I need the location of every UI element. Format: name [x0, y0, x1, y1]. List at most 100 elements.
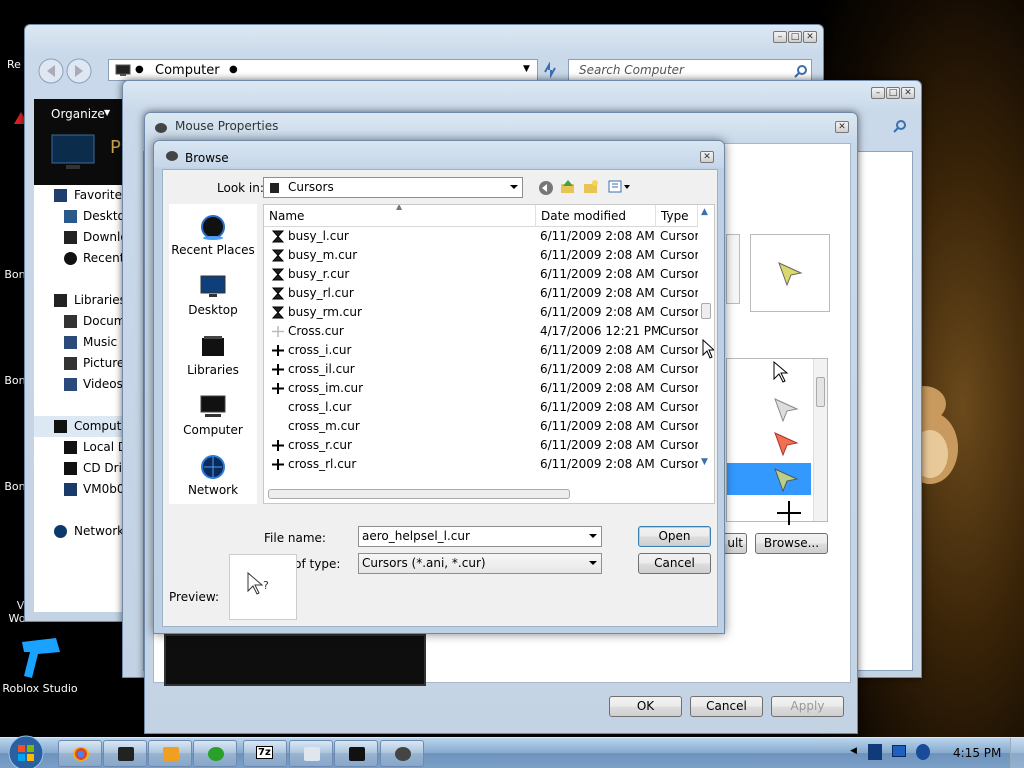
scroll-up-icon[interactable]: ▲ [701, 207, 708, 217]
show-desktop-button[interactable] [1010, 738, 1024, 768]
nav-libraries[interactable]: Libraries [34, 290, 124, 311]
close-button[interactable]: ✕ [803, 31, 817, 43]
use-default-button[interactable]: ult [722, 533, 747, 554]
minimize-button[interactable]: – [773, 31, 787, 43]
chevron-down-icon[interactable]: ▼ [523, 64, 530, 74]
place-recent-places[interactable]: Recent Places [169, 214, 257, 257]
nav-recent-places[interactable]: Recent Places [34, 248, 124, 269]
new-folder-icon[interactable] [583, 179, 599, 195]
file-list-hscrollbar[interactable] [264, 485, 698, 503]
taskbar-terminal[interactable] [103, 740, 147, 767]
nav-desktop[interactable]: Desktop [34, 206, 124, 227]
minimize-button[interactable]: – [871, 87, 885, 99]
cursor-list[interactable] [726, 358, 828, 525]
file-row[interactable]: busy_l.cur 6/11/2009 2:08 AM Cursor [264, 227, 699, 246]
place-computer[interactable]: Computer [169, 394, 257, 437]
taskbar-explorer[interactable] [289, 740, 333, 767]
taskbar-media-player[interactable] [148, 740, 192, 767]
column-header-date-modified[interactable]: Date modified [536, 205, 656, 227]
clock[interactable]: 4:15 PM [953, 746, 1001, 760]
taskbar-7zip[interactable]: 7z [243, 740, 287, 767]
nav-documents[interactable]: Documents [34, 311, 124, 332]
preview-box: ? [229, 554, 297, 620]
tray-network-icon[interactable] [892, 745, 906, 757]
nav-computer[interactable]: Computer [34, 416, 124, 437]
ok-button[interactable]: OK [609, 696, 682, 717]
search-icon[interactable] [794, 64, 808, 78]
maximize-button[interactable]: □ [788, 31, 802, 43]
start-button[interactable] [6, 734, 46, 768]
taskbar-chrome[interactable] [58, 740, 102, 767]
cursor-list-scrollbar[interactable] [813, 359, 827, 521]
nav-music[interactable]: Music [34, 332, 124, 353]
cancel-button[interactable]: Cancel [690, 696, 763, 717]
file-row[interactable]: busy_m.cur 6/11/2009 2:08 AM Cursor [264, 246, 699, 265]
nav-pictures[interactable]: Pictures [34, 353, 124, 374]
chevron-down-icon[interactable] [589, 534, 597, 538]
address-bar[interactable]: ● Computer ● ▼ [108, 59, 538, 81]
search-icon[interactable] [893, 119, 907, 133]
file-row[interactable]: cross_rl.cur 6/11/2009 2:08 AM Cursor [264, 455, 699, 474]
file-row[interactable]: cross_il.cur 6/11/2009 2:08 AM Cursor [264, 360, 699, 379]
open-button[interactable]: Open [638, 526, 711, 547]
selected-cursor-row[interactable] [727, 463, 811, 495]
organize-button[interactable]: Organize [51, 107, 105, 121]
scrollbar-thumb[interactable] [268, 489, 570, 499]
file-type: Cursor [660, 343, 700, 357]
file-row[interactable]: cross_im.cur 6/11/2009 2:08 AM Cursor [264, 379, 699, 398]
file-name-input[interactable]: aero_helpsel_l.cur [358, 526, 602, 547]
browse-cancel-button[interactable]: Cancel [638, 553, 711, 574]
browse-button[interactable]: Browse... [755, 533, 828, 554]
nav-vm-share[interactable]: VM0b0 [34, 479, 124, 500]
place-desktop[interactable]: Desktop [169, 274, 257, 317]
file-row[interactable]: cross_i.cur 6/11/2009 2:08 AM Cursor [264, 341, 700, 360]
apply-button[interactable]: Apply [771, 696, 844, 717]
taskbar-mouse-properties[interactable] [380, 740, 424, 767]
tray-volume-icon[interactable] [916, 744, 930, 760]
tray-app-icon[interactable] [868, 744, 882, 760]
desktop-icon-recycle[interactable]: Re [2, 58, 26, 71]
nav-local-disk[interactable]: Local Disk [34, 437, 124, 458]
close-button[interactable]: ✕ [835, 121, 849, 133]
nav-favorites[interactable]: Favorites [34, 185, 124, 206]
browse-dialog[interactable]: Browse ✕ Look in: Cursors Recent Places … [153, 140, 725, 634]
media-player-icon [163, 747, 179, 761]
refresh-icon[interactable] [542, 62, 558, 78]
view-menu-icon[interactable] [608, 180, 632, 194]
file-row[interactable]: Cross.cur 4/17/2006 12:21 PM Cursor [264, 322, 699, 341]
crosshair-cursor-icon [272, 383, 284, 394]
maximize-button[interactable]: □ [886, 87, 900, 99]
file-row[interactable]: busy_r.cur 6/11/2009 2:08 AM Cursor [264, 265, 699, 284]
nav-downloads[interactable]: Downloads [34, 227, 124, 248]
chrome-icon [73, 747, 89, 761]
file-row[interactable]: cross_l.cur 6/11/2009 2:08 AM Cursor [264, 398, 699, 417]
up-folder-icon[interactable] [560, 179, 576, 195]
place-network[interactable]: Network [169, 454, 257, 497]
nav-videos[interactable]: Videos [34, 374, 124, 395]
taskbar-network-app[interactable] [193, 740, 237, 767]
scrollbar-thumb[interactable] [816, 377, 825, 407]
scroll-down-icon[interactable]: ▼ [701, 457, 708, 467]
close-button[interactable]: ✕ [901, 87, 915, 99]
look-in-combo[interactable]: Cursors [263, 177, 523, 198]
file-type-select[interactable]: Cursors (*.ani, *.cur) [358, 553, 602, 574]
scrollbar-thumb[interactable] [701, 303, 711, 319]
desktop-icon-roblox-studio[interactable]: Roblox Studio [0, 638, 80, 695]
close-button[interactable]: ✕ [700, 151, 714, 163]
column-header-type[interactable]: Type [656, 205, 698, 227]
file-row[interactable]: busy_rl.cur 6/11/2009 2:08 AM Cursor [264, 284, 699, 303]
file-row[interactable]: busy_rm.cur 6/11/2009 2:08 AM Cursor [264, 303, 699, 322]
nav-network[interactable]: Network [34, 521, 124, 542]
nav-cd-drive[interactable]: CD Drive [34, 458, 124, 479]
place-libraries[interactable]: Libraries [169, 334, 257, 377]
hourglass-cursor-icon [272, 287, 284, 300]
file-list[interactable]: Name ▲ Date modified Type busy_l.cur 6/11… [263, 204, 715, 504]
back-icon[interactable] [538, 180, 554, 196]
music-icon [64, 336, 77, 349]
search-input[interactable]: Search Computer [568, 59, 812, 81]
show-hidden-icons[interactable]: ◀ [850, 746, 857, 756]
taskbar-computer-window[interactable] [334, 740, 378, 767]
file-row[interactable]: cross_r.cur 6/11/2009 2:08 AM Cursor [264, 436, 699, 455]
file-row[interactable]: cross_m.cur 6/11/2009 2:08 AM Cursor [264, 417, 699, 436]
back-forward-buttons[interactable] [38, 58, 94, 84]
